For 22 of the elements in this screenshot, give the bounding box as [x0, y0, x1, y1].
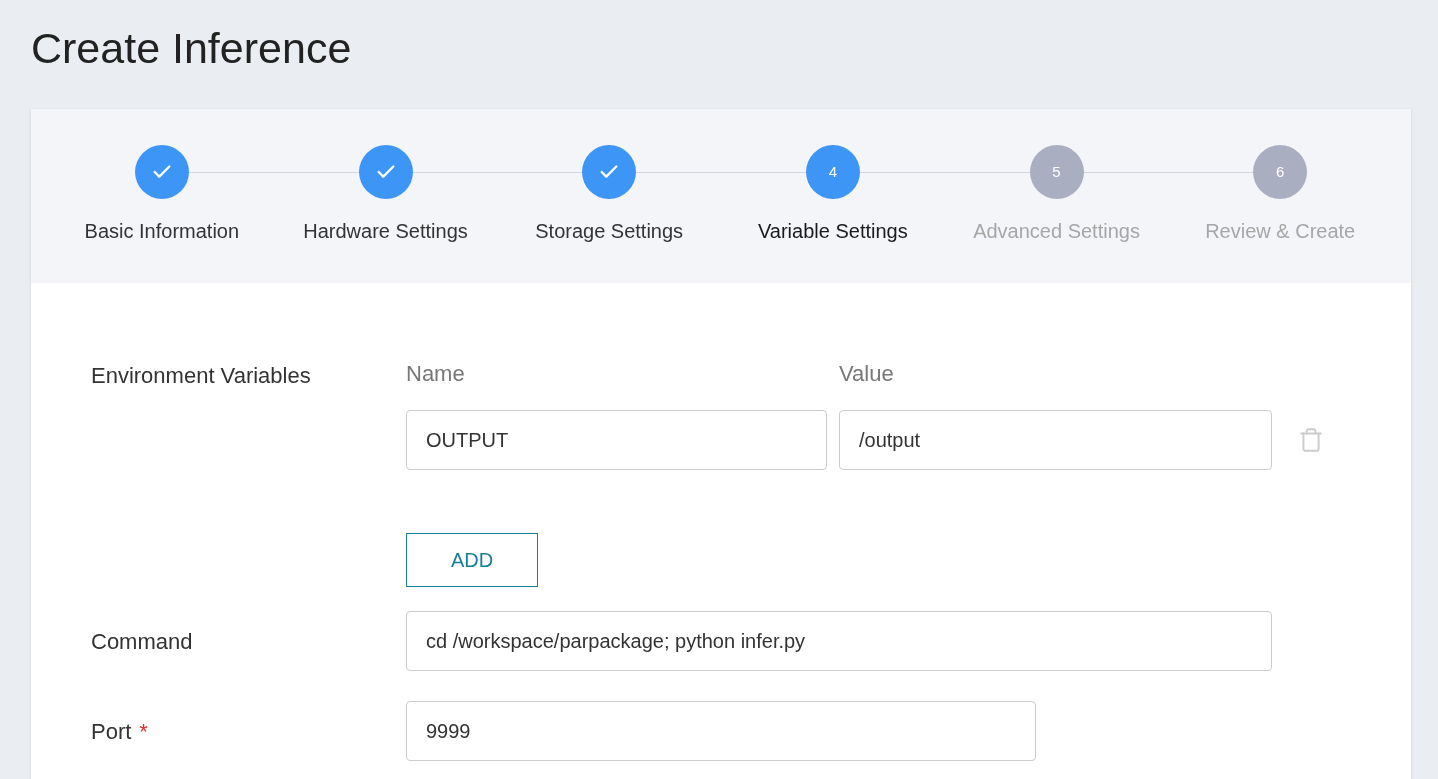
step-label: Review & Create — [1205, 219, 1356, 244]
field-label: Environment Variables — [91, 363, 311, 388]
step-label: Hardware Settings — [303, 219, 468, 244]
input-field[interactable]: /output — [839, 410, 1272, 470]
step-label: Storage Settings — [535, 219, 684, 244]
input-field[interactable]: cd /workspace/parpackage; python infer.py — [406, 611, 1272, 671]
required-mark: * — [139, 717, 148, 746]
step-number: 4 — [828, 161, 837, 182]
step-label: Basic Information — [84, 219, 240, 244]
field-label: Command — [91, 627, 193, 656]
step-label: Variable Settings — [758, 219, 908, 244]
add-button[interactable]: ADD — [406, 533, 538, 587]
page-title: Create Inference — [30, 23, 353, 74]
step-number: 5 — [1052, 161, 1061, 182]
column-header: Name — [406, 360, 466, 388]
input-field[interactable]: OUTPUT — [406, 410, 827, 470]
column-header: Value — [839, 360, 894, 388]
input-field[interactable]: 9999 — [406, 701, 1036, 761]
step-number: 6 — [1276, 161, 1285, 182]
delete-button[interactable] — [1298, 427, 1324, 453]
field-label: Port — [91, 717, 132, 746]
step-label: Advanced Settings — [973, 219, 1140, 244]
